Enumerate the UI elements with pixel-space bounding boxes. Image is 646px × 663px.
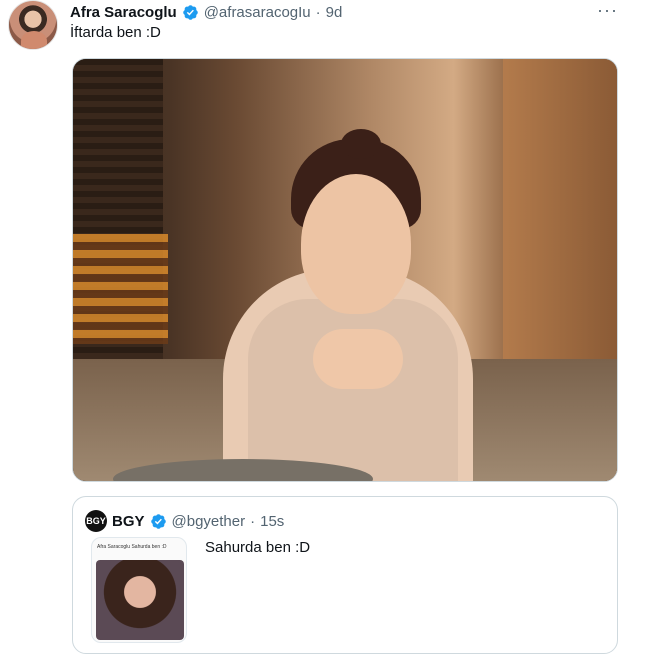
author-avatar[interactable] — [8, 0, 58, 50]
verified-badge-icon — [150, 513, 166, 529]
tweet-text: İftarda ben :D — [70, 24, 161, 41]
thumbnail-tweet-header: Afra Saracoglu Sahurda ben :D — [97, 544, 167, 550]
verified-badge-icon — [182, 4, 198, 20]
more-options-icon[interactable]: ··· — [597, 0, 618, 21]
thumbnail-photo — [96, 560, 184, 640]
photo-window-light — [73, 234, 168, 344]
tweet-timestamp[interactable]: 9d — [326, 4, 343, 21]
quoted-tweet-text: Sahurda ben :D — [205, 539, 311, 556]
quoted-author-name[interactable]: BGY — [112, 513, 145, 530]
tweet: Afra Saracoglu @afrasaracogIu · 9d ··· İ… — [0, 0, 646, 663]
quoted-tweet-timestamp[interactable]: 15s — [260, 513, 284, 530]
quoted-author-handle[interactable]: @bgyether — [172, 513, 246, 530]
photo-person-dress — [248, 299, 458, 481]
quoted-author-avatar[interactable]: BGY — [85, 510, 107, 532]
tweet-header: Afra Saracoglu @afrasaracogIu · 9d — [70, 2, 342, 22]
quoted-tweet-thumbnail[interactable]: Afra Saracoglu Sahurda ben :D — [91, 537, 187, 643]
photo-person-face — [301, 174, 411, 314]
tweet-photo[interactable] — [72, 58, 618, 482]
separator-dot: · — [250, 512, 256, 530]
photo-person-hands — [313, 329, 403, 389]
quoted-tweet-header: BGY BGY @bgyether · 15s — [85, 510, 284, 532]
author-handle[interactable]: @afrasaracogIu — [204, 4, 311, 21]
separator-dot: · — [315, 3, 321, 21]
quoted-tweet[interactable]: BGY BGY @bgyether · 15s Afra Saracoglu S… — [72, 496, 618, 654]
photo-person-hair-bun — [341, 129, 381, 159]
author-name[interactable]: Afra Saracoglu — [70, 4, 177, 21]
